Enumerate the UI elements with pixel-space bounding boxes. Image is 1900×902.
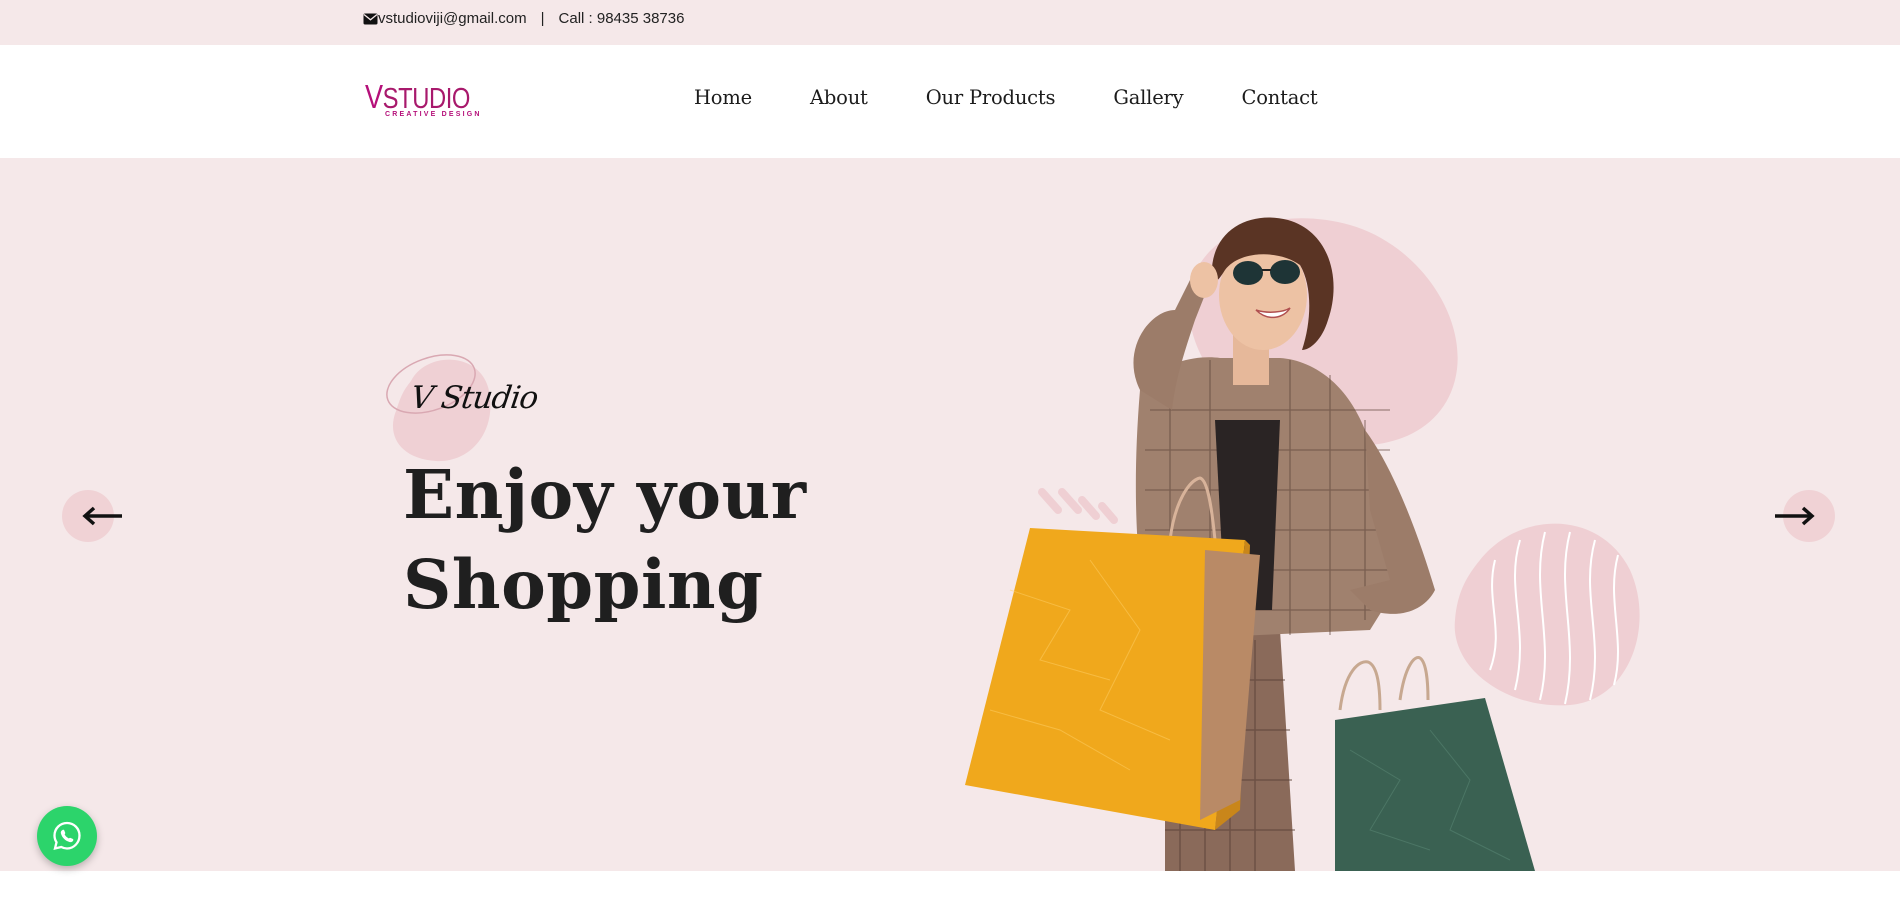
slider-next-button[interactable] (1775, 490, 1835, 542)
contact-email[interactable]: vstudioviji@gmail.com (378, 10, 527, 27)
whatsapp-icon (53, 821, 81, 851)
hero-bottom-gap (0, 871, 1900, 902)
contact-separator: | (540, 10, 545, 27)
arrow-left-icon (82, 506, 122, 526)
hero-headline-line2: Shopping (403, 545, 764, 624)
slider-prev-button[interactable] (62, 490, 122, 542)
blob-striped (1454, 523, 1640, 706)
contact-phone[interactable]: Call : 98435 38736 (559, 10, 685, 27)
hero-shopping-illustration (965, 217, 1640, 871)
hand-raised (1190, 262, 1218, 298)
main-navigation: Home About Our Products Gallery Contact (694, 86, 1318, 109)
nav-gallery[interactable]: Gallery (1113, 86, 1183, 109)
arrow-right-icon (1775, 506, 1815, 526)
nav-contact[interactable]: Contact (1242, 86, 1318, 109)
hero-headline-line1: Enjoy your (403, 455, 807, 534)
logo-v: V (365, 78, 383, 115)
hero-eyebrow: V Studio (408, 380, 540, 416)
whatsapp-chat-button[interactable] (37, 806, 97, 866)
logo-tagline: CREATIVE DESIGN (385, 111, 482, 118)
decorative-dashes (1038, 488, 1118, 524)
site-logo[interactable]: VSTUDIO CREATIVE DESIGN (365, 78, 479, 124)
nav-home[interactable]: Home (694, 86, 752, 109)
nav-our-products[interactable]: Our Products (926, 86, 1056, 109)
logo-wordmark: VSTUDIO (365, 78, 470, 115)
contact-info: vstudioviji@gmail.com | Call : 98435 387… (363, 10, 684, 27)
hero-headline: Enjoy your Shopping (403, 450, 807, 630)
envelope-icon (363, 13, 378, 24)
nav-about[interactable]: About (810, 86, 868, 109)
top-contact-bar: vstudioviji@gmail.com | Call : 98435 387… (0, 0, 1900, 45)
